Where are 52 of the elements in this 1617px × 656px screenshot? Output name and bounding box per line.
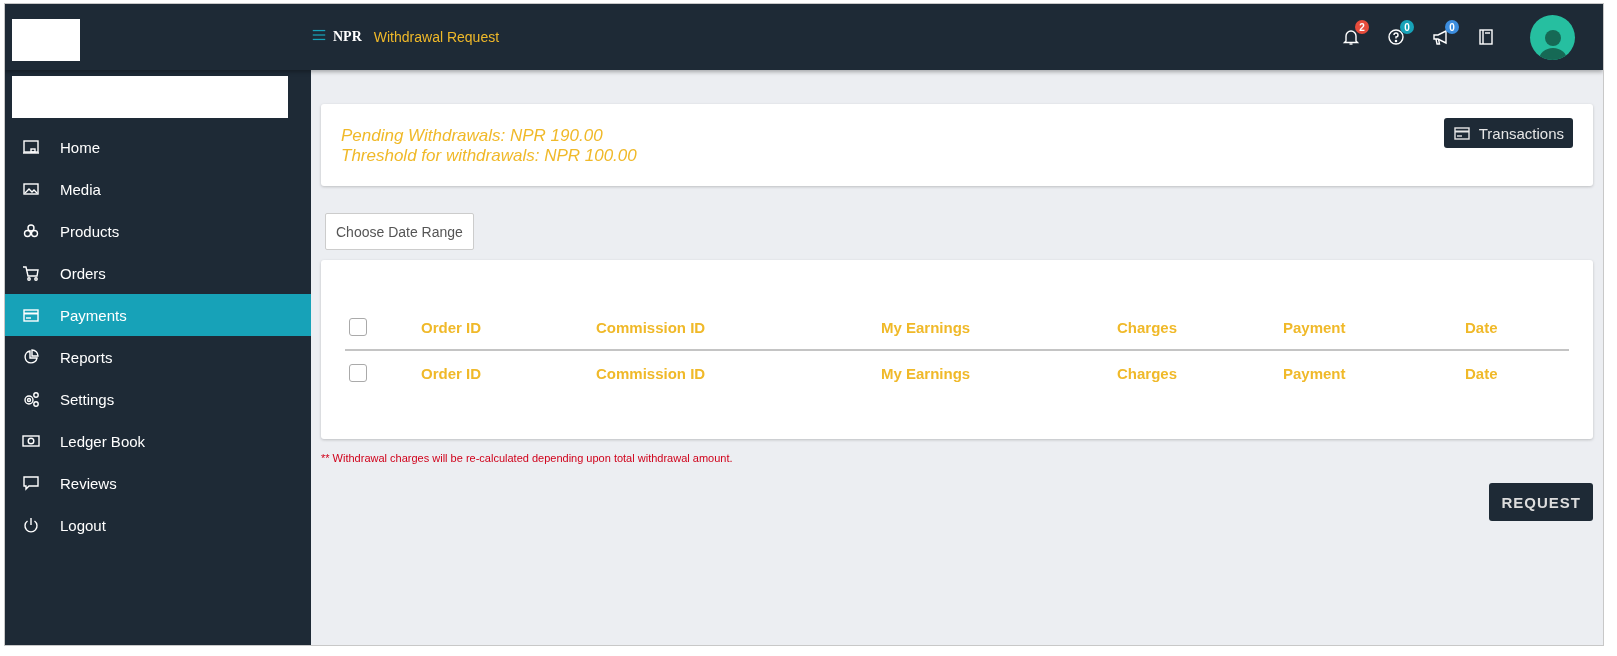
column-header: Commission ID <box>596 318 707 336</box>
sidebar-item[interactable]: Settings <box>5 378 311 420</box>
column-header: Date <box>1465 318 1499 336</box>
checkbox[interactable] <box>349 318 367 336</box>
summary-text: Threshold for withdrawals: NPR 100.00 <box>341 146 637 166</box>
avatar[interactable] <box>1530 14 1575 60</box>
sidebar-item[interactable]: Reports <box>5 336 311 378</box>
column-header: Charges <box>1117 318 1179 336</box>
sidebar-item[interactable]: Home <box>5 126 311 168</box>
date-range-button[interactable]: Choose Date Range <box>325 213 474 250</box>
monitor-icon <box>22 138 40 156</box>
megaphone-icon <box>1432 28 1450 46</box>
power-icon <box>22 516 40 534</box>
count-badge: 0 <box>1400 20 1414 34</box>
logo-placeholder <box>12 19 80 61</box>
column-header: Payment <box>1283 318 1347 336</box>
count-badge: 0 <box>1445 20 1459 34</box>
sidebar-item[interactable]: Media <box>5 168 311 210</box>
sidebar-item[interactable]: Products <box>5 210 311 252</box>
request-button[interactable]: REQUEST <box>1489 483 1593 521</box>
card-icon <box>1452 124 1471 142</box>
column-header: Payment <box>1283 364 1347 382</box>
book-icon <box>1477 28 1495 46</box>
checkbox[interactable] <box>349 364 367 382</box>
count-badge: 2 <box>1355 20 1369 34</box>
column-header: My Earnings <box>881 364 972 382</box>
cash-icon <box>22 432 40 450</box>
column-header: Date <box>1465 364 1499 382</box>
gears-icon <box>22 390 40 408</box>
image-icon <box>22 180 40 198</box>
card-icon <box>22 306 40 324</box>
transactions-button[interactable]: Transactions <box>1443 118 1573 148</box>
column-header: Charges <box>1117 364 1179 382</box>
cart-icon <box>22 264 40 282</box>
column-header: Commission ID <box>596 364 707 382</box>
help-icon <box>1387 28 1405 46</box>
page-title: Withdrawal Request <box>373 29 500 45</box>
speech-bubble-icon <box>22 474 40 492</box>
sidebar-item[interactable]: Orders <box>5 252 311 294</box>
column-header: My Earnings <box>881 318 972 336</box>
pie-chart-icon <box>22 348 40 366</box>
column-header: Order ID <box>421 318 482 336</box>
brand-text: NPR <box>333 29 362 45</box>
menu-icon <box>311 27 327 43</box>
bell-icon <box>1342 28 1360 46</box>
sidebar-item[interactable]: Logout <box>5 504 311 546</box>
note-text: ** Withdrawal charges will be re-calculated depending upon total withdrawal amount. <box>321 452 734 464</box>
boxes-icon <box>22 222 40 240</box>
column-header: Order ID <box>421 364 482 382</box>
summary-text: Pending Withdrawals: NPR 190.00 <box>341 126 604 146</box>
sidebar-item[interactable]: Ledger Book <box>5 420 311 462</box>
sidebar-item[interactable]: Reviews <box>5 462 311 504</box>
